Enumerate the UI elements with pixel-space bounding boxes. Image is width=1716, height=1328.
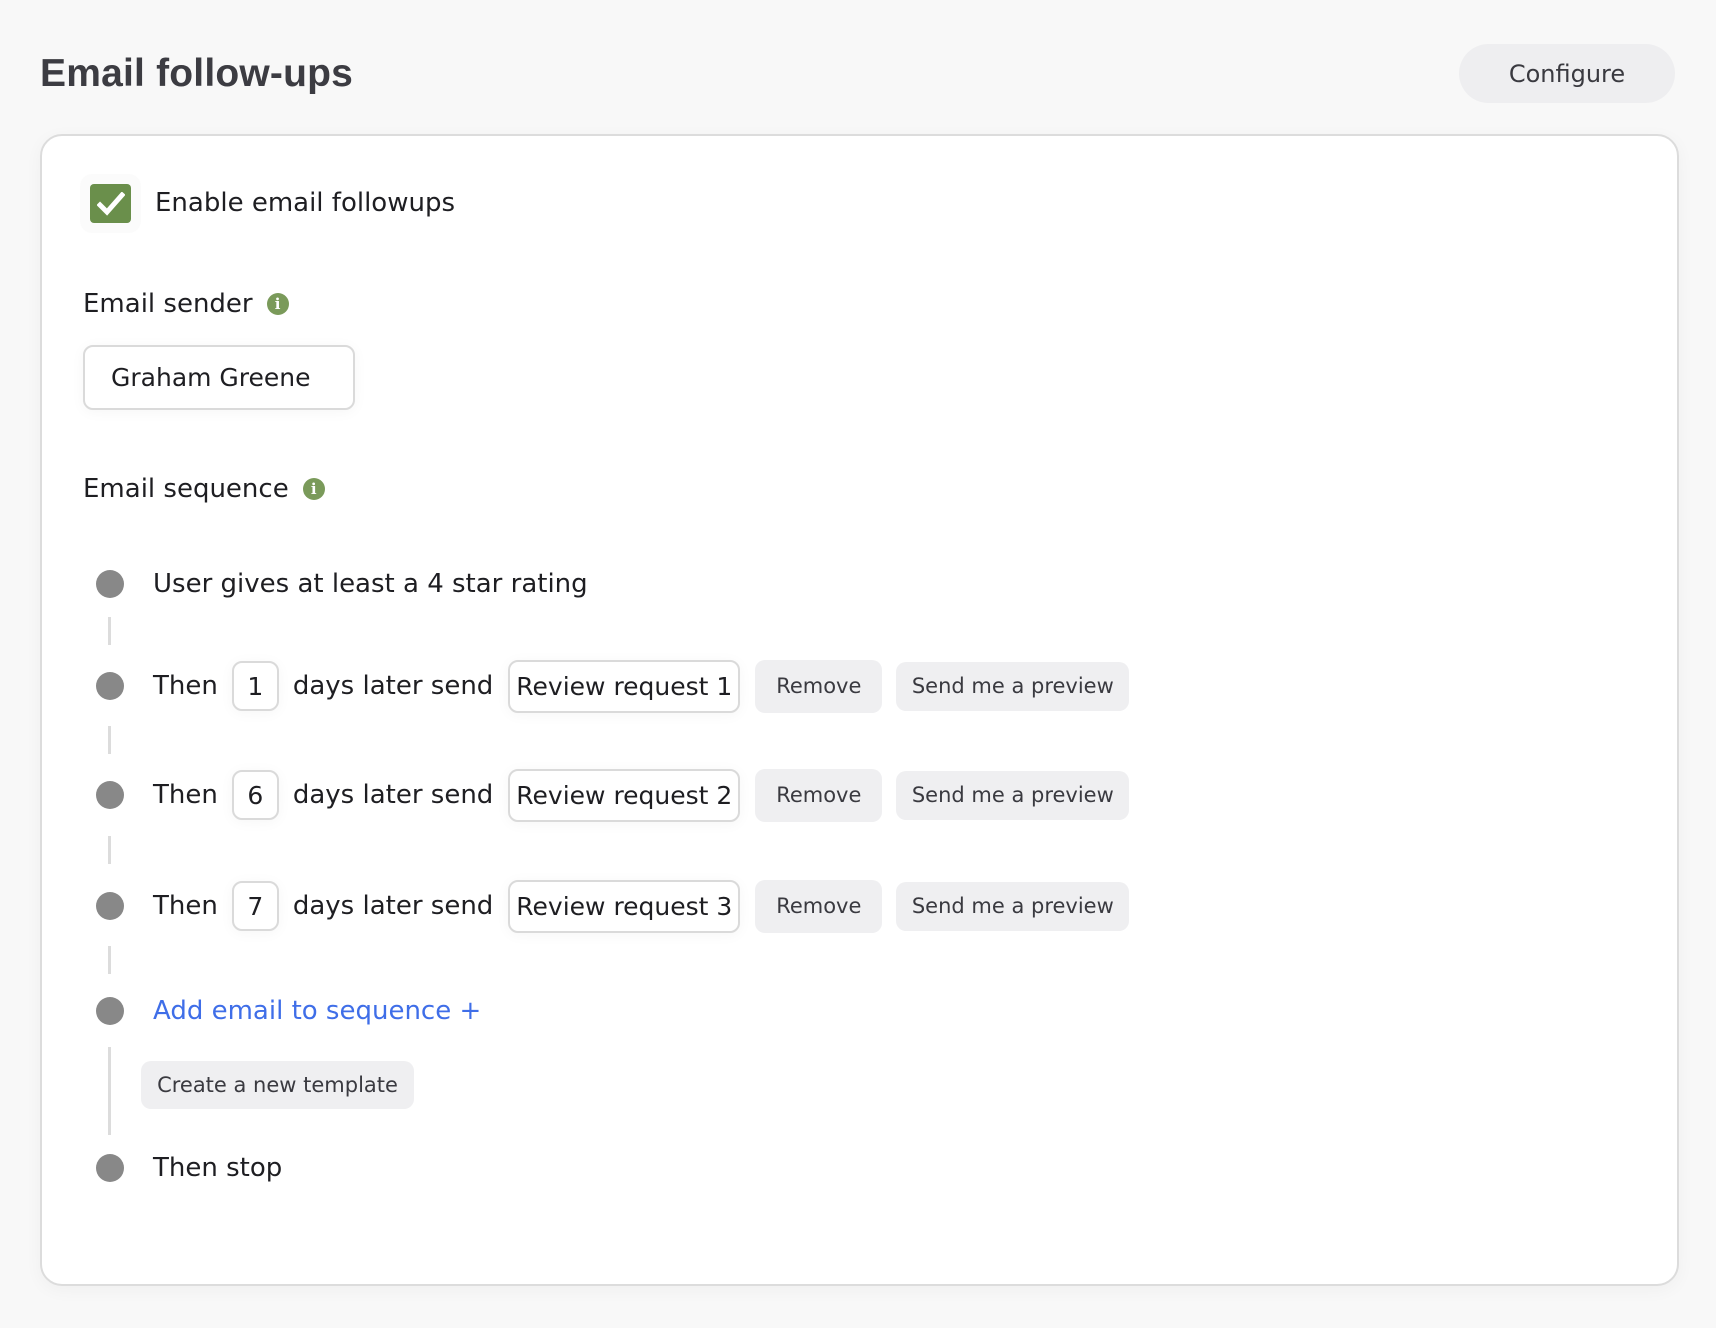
timeline-connector [108,836,111,864]
timeline-connector [108,946,111,974]
email-sender-label-text: Email sender [83,289,253,319]
template-select[interactable]: Review request 2 [508,768,741,822]
days-input[interactable]: 6 [231,770,279,820]
send-preview-button[interactable]: Send me a preview [896,661,1130,711]
email-followups-card: Enable email followups Email sender i Em… [40,134,1679,1286]
enable-followups-label: Enable email followups [155,188,456,218]
timeline-connector [108,617,111,645]
trigger-text: User gives at least a 4 star rating [153,569,588,599]
email-sequence-label: Email sequence i [83,471,325,507]
sequence-step: Then 6 days later send Review request 2 … [153,768,1130,822]
email-sender-input[interactable] [83,345,355,410]
add-email-link[interactable]: Add email to sequence + [153,996,481,1026]
info-icon[interactable]: i [302,478,325,500]
step-prefix: Then [153,671,218,701]
sequence-trigger: User gives at least a 4 star rating [153,557,588,611]
sequence-end: Then stop [153,1141,282,1195]
step-middle-text: days later send [292,780,494,810]
checkmark-icon [96,191,125,216]
step-prefix: Then [153,780,218,810]
days-input[interactable]: 7 [231,881,279,931]
email-sender-label: Email sender i [83,286,289,322]
remove-button[interactable]: Remove [755,879,883,933]
timeline-dot [96,997,124,1025]
send-preview-button[interactable]: Send me a preview [896,770,1130,820]
remove-button[interactable]: Remove [755,768,883,822]
enable-followups-checkbox[interactable] [90,184,131,223]
sequence-step: Then 1 days later send Review request 1 … [153,659,1130,713]
template-select[interactable]: Review request 1 [508,659,741,713]
timeline-dot [96,781,124,809]
timeline-connector [108,1047,111,1135]
timeline-dot [96,1154,124,1182]
template-select[interactable]: Review request 3 [508,879,741,933]
configure-button[interactable]: Configure [1459,44,1675,103]
step-middle-text: days later send [292,671,494,701]
create-template-button[interactable]: Create a new template [141,1061,414,1109]
timeline-connector [108,726,111,754]
sequence-step: Then 7 days later send Review request 3 … [153,879,1130,933]
step-middle-text: days later send [292,891,494,921]
step-prefix: Then [153,891,218,921]
timeline-dot [96,570,124,598]
timeline-dot [96,892,124,920]
timeline-dot [96,672,124,700]
page-title: Email follow-ups [40,52,354,95]
days-input[interactable]: 1 [231,661,279,711]
send-preview-button[interactable]: Send me a preview [896,881,1130,931]
add-email-row: Add email to sequence + [153,984,481,1038]
email-sequence-label-text: Email sequence [83,474,289,504]
end-text: Then stop [153,1153,283,1183]
remove-button[interactable]: Remove [755,659,883,713]
info-icon[interactable]: i [266,293,289,315]
